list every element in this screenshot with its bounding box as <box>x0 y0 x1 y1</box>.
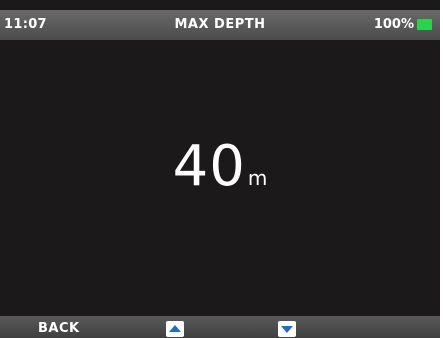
decrease-button[interactable] <box>278 321 296 337</box>
battery-icon <box>417 19 432 30</box>
dive-computer-screen: 11:07 MAX DEPTH 100% 40 m BACK <box>0 0 440 338</box>
increase-button[interactable] <box>166 321 184 337</box>
main-display: 40 m <box>0 40 440 316</box>
max-depth-value: 40 <box>172 134 246 199</box>
status-bar: 11:07 MAX DEPTH 100% <box>0 10 440 40</box>
down-arrow-icon <box>281 326 293 333</box>
up-arrow-icon <box>169 325 181 332</box>
max-depth-readout: 40 m <box>0 134 440 199</box>
battery-indicator: 100% <box>374 17 432 32</box>
button-bar: BACK <box>0 316 440 338</box>
back-button[interactable]: BACK <box>38 321 80 336</box>
depth-unit: m <box>247 166 268 190</box>
battery-percentage: 100% <box>373 17 414 32</box>
